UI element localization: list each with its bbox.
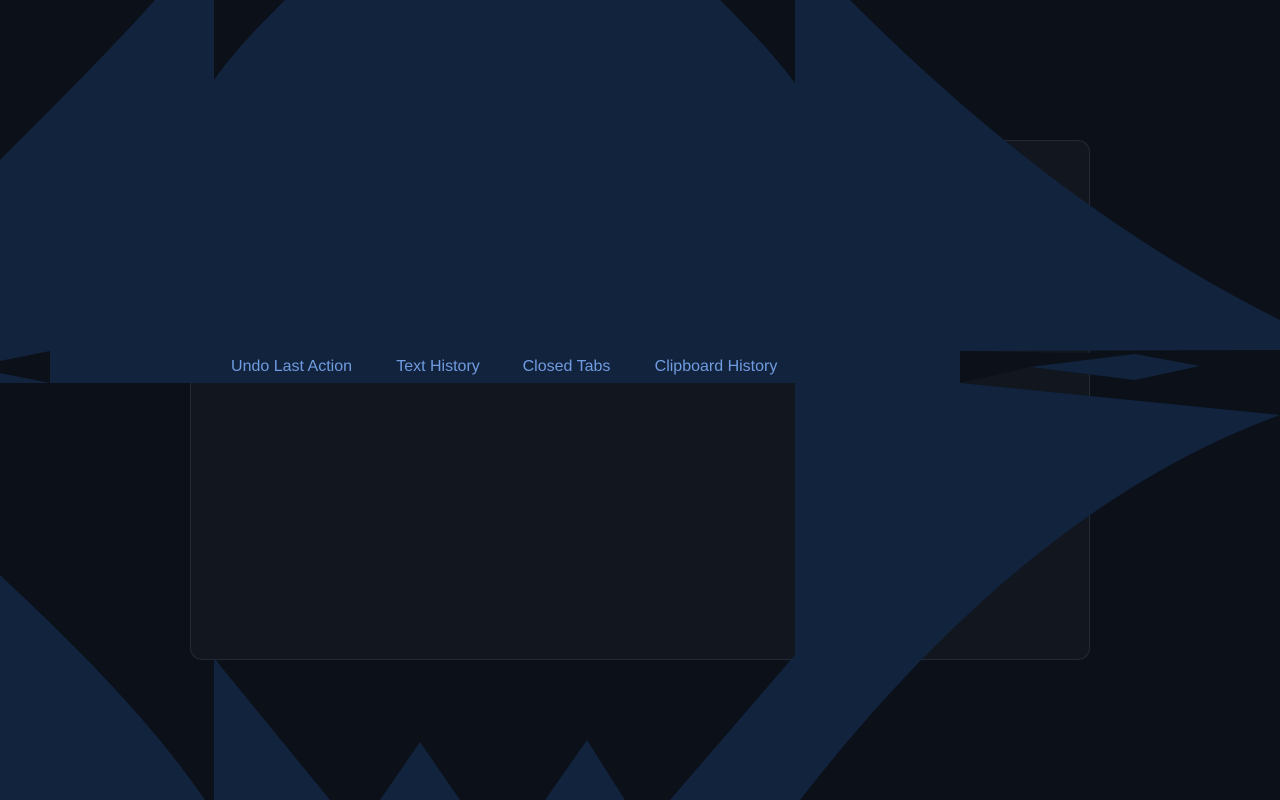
decorative-overlay-shape [0, 0, 1280, 800]
tab-closed-tabs[interactable]: Closed Tabs [508, 351, 625, 383]
tab-clipboard-history[interactable]: Clipboard History [637, 351, 795, 383]
tab-text-history[interactable]: Text History [380, 351, 496, 383]
tab-undo-last-action[interactable]: Undo Last Action [214, 351, 369, 383]
screen: Undo Last Action Text History Closed Tab… [0, 0, 1280, 800]
